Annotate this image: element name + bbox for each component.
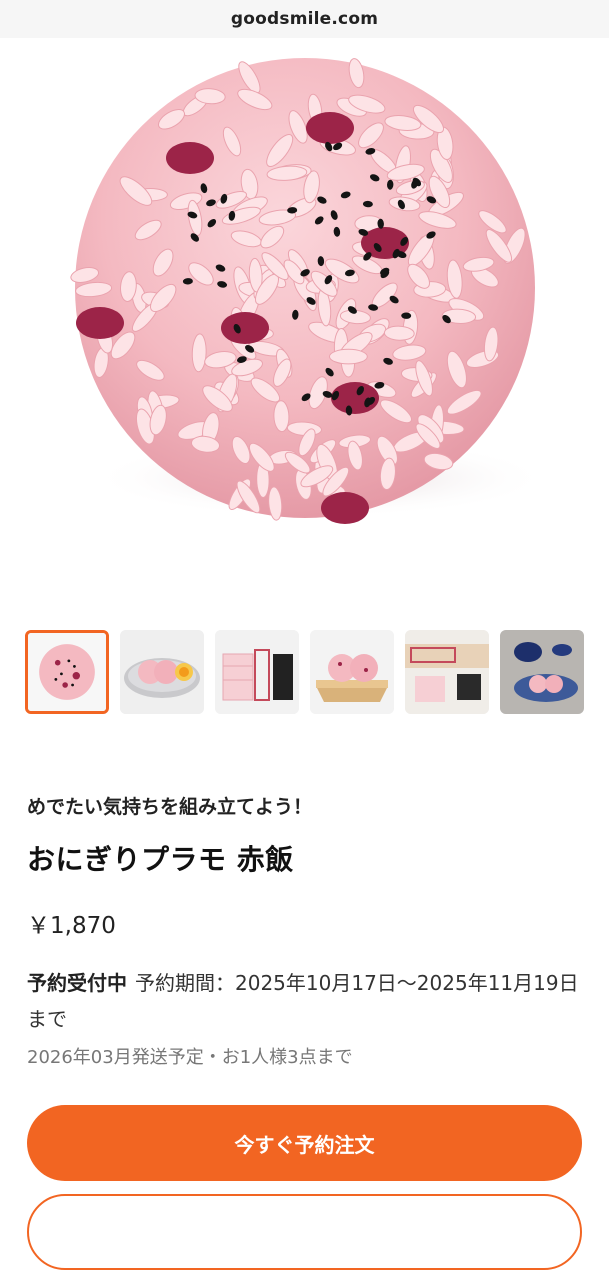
product-price: ￥1,870	[27, 913, 116, 939]
product-main-image[interactable]	[0, 38, 609, 554]
thumbnail-board-with-rice-balls[interactable]	[310, 630, 394, 714]
red-bean	[76, 307, 124, 339]
shipping-note: 2026年03月発送予定・お1人様3点まで	[27, 1047, 353, 1068]
red-bean	[306, 112, 354, 144]
thumbnail-plate-with-egg[interactable]	[120, 630, 204, 714]
thumbnail-gallery	[25, 630, 585, 716]
rice-grain	[329, 348, 368, 365]
thumbnail-teapot-and-plate[interactable]	[500, 630, 584, 714]
red-bean	[166, 142, 214, 174]
order-now-button[interactable]: 今すぐ予約注文	[27, 1105, 582, 1181]
thumbnail-runner-parts[interactable]	[215, 630, 299, 714]
order-now-label: 今すぐ予約注文	[234, 1132, 375, 1157]
thumbnail-assembly-parts[interactable]	[405, 630, 489, 714]
thumbnail-rice-ball[interactable]	[25, 630, 109, 714]
product-tagline: めでたい気持ちを組み立てよう！	[27, 796, 313, 818]
red-bean	[321, 492, 369, 524]
red-bean	[221, 312, 269, 344]
address-bar[interactable]: goodsmile.com	[0, 0, 609, 39]
status-badge: 予約受付中	[27, 971, 127, 995]
url-text: goodsmile.com	[230, 9, 379, 29]
secondary-button[interactable]	[27, 1194, 582, 1270]
reservation-info: 予約受付中 予約期間：2025年10月17日～2025年11月19日まで	[27, 965, 587, 1037]
product-title: おにぎりプラモ 赤飯	[27, 843, 294, 876]
